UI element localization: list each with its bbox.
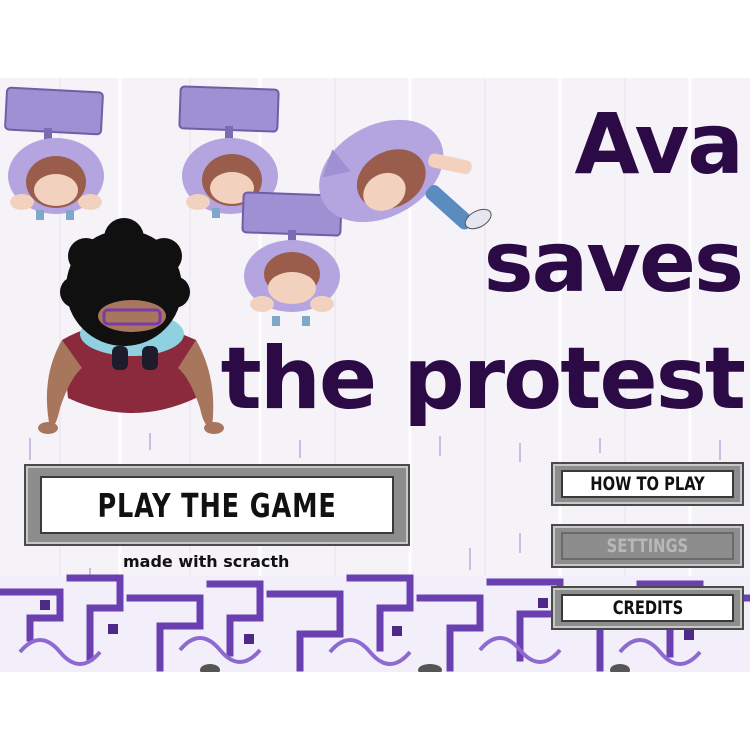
credits-label: CREDITS	[612, 597, 683, 619]
how-to-play-label: HOW TO PLAY	[590, 473, 705, 495]
protester-sprite	[4, 86, 104, 220]
play-the-game-button[interactable]: PLAY THE GAME	[24, 464, 410, 546]
game-title-line-1: Ava	[574, 95, 744, 193]
play-button-label: PLAY THE GAME	[97, 485, 337, 525]
made-with-note: made with scracth	[123, 552, 290, 571]
title-screen: Ava saves the protest PLAY THE GAME made…	[0, 78, 750, 672]
game-title-line-3: the protest	[220, 329, 746, 429]
how-to-play-button-face: HOW TO PLAY	[561, 470, 734, 498]
credits-button[interactable]: CREDITS	[551, 586, 744, 630]
settings-label: SETTINGS	[606, 535, 689, 557]
settings-button-face: SETTINGS	[561, 532, 734, 560]
protester-sprite	[241, 191, 343, 326]
credits-button-face: CREDITS	[561, 594, 734, 622]
play-button-face: PLAY THE GAME	[40, 476, 394, 534]
settings-button[interactable]: SETTINGS	[551, 524, 744, 568]
how-to-play-button[interactable]: HOW TO PLAY	[551, 462, 744, 506]
game-title-line-2: saves	[483, 213, 744, 311]
